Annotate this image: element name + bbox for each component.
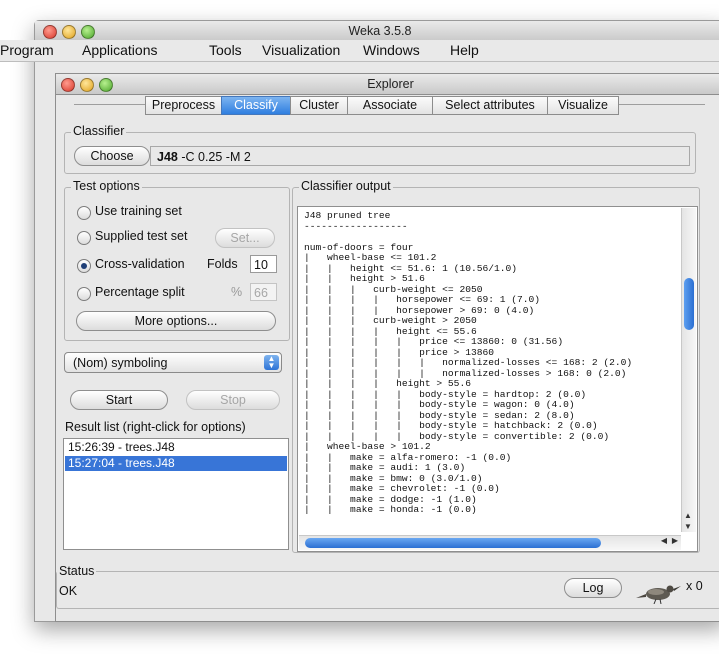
folds-label: Folds: [207, 257, 238, 271]
more-options-button[interactable]: More options...: [76, 311, 276, 331]
select-arrows-icon: ▲ ▼: [264, 355, 279, 370]
tab-preprocess[interactable]: Preprocess: [145, 96, 222, 115]
stop-button[interactable]: Stop: [186, 390, 280, 410]
classifier-config-field[interactable]: J48 -C 0.25 -M 2: [150, 146, 690, 166]
menu-windows[interactable]: Windows: [363, 42, 420, 58]
class-attribute-select[interactable]: (Nom) symboling ▲ ▼: [64, 352, 282, 373]
tab-visualize[interactable]: Visualize: [547, 96, 619, 115]
result-list-item[interactable]: 15:26:39 - trees.J48: [65, 440, 287, 455]
result-list-item-selected[interactable]: 15:27:04 - trees.J48: [65, 456, 287, 471]
task-count: x 0: [686, 579, 703, 593]
main-window-title: Weka 3.5.8: [348, 24, 412, 38]
vertical-scroll-thumb[interactable]: [684, 278, 694, 330]
result-list[interactable]: 15:26:39 - trees.J48 15:27:04 - trees.J4…: [63, 438, 289, 550]
folds-input[interactable]: 10: [250, 255, 277, 273]
start-button[interactable]: Start: [70, 390, 168, 410]
weka-bird-icon[interactable]: [634, 580, 682, 604]
log-button[interactable]: Log: [564, 578, 622, 598]
percent-symbol: %: [231, 285, 243, 299]
menu-tools[interactable]: Tools: [209, 42, 242, 58]
classifier-output-area[interactable]: J48 pruned tree ------------------ num-o…: [297, 206, 698, 552]
scroll-down-icon[interactable]: ▼: [684, 522, 692, 531]
result-list-legend: Result list (right-click for options): [63, 420, 248, 434]
explorer-window-title: Explorer: [367, 77, 414, 91]
set-test-set-button[interactable]: Set...: [215, 228, 275, 248]
scroll-left-icon[interactable]: ◀: [661, 536, 667, 545]
menubar: Program Applications Tools Visualization…: [0, 40, 719, 62]
tab-cluster[interactable]: Cluster: [290, 96, 348, 115]
classifier-name: J48: [157, 150, 178, 164]
explorer-titlebar[interactable]: Explorer: [56, 74, 719, 95]
menu-program[interactable]: Program: [0, 42, 54, 58]
classifier-output-legend: Classifier output: [299, 179, 393, 193]
percentage-input[interactable]: 66: [250, 283, 277, 301]
classifier-legend: Classifier: [71, 124, 127, 138]
supplied-test-set-radio[interactable]: [77, 231, 91, 245]
menu-help[interactable]: Help: [450, 42, 479, 58]
cross-validation-radio[interactable]: [77, 259, 91, 273]
class-attribute-value: (Nom) symboling: [73, 356, 168, 370]
supplied-test-set-label: Supplied test set: [95, 229, 188, 243]
horizontal-scrollbar[interactable]: ◀ ▶: [299, 535, 681, 550]
status-text: OK: [59, 584, 78, 598]
choose-button[interactable]: Choose: [74, 146, 150, 166]
vertical-scrollbar[interactable]: ▲ ▼: [681, 208, 696, 532]
tab-select-attributes[interactable]: Select attributes: [432, 96, 548, 115]
status-legend: Status: [57, 564, 97, 578]
horizontal-scroll-thumb[interactable]: [305, 538, 601, 548]
tab-associate[interactable]: Associate: [347, 96, 433, 115]
percentage-split-radio[interactable]: [77, 287, 91, 301]
tab-classify[interactable]: Classify: [221, 96, 291, 115]
test-options-legend: Test options: [71, 179, 142, 193]
main-titlebar[interactable]: Weka 3.5.8: [35, 21, 719, 42]
classifier-options: -C 0.25 -M 2: [181, 150, 251, 164]
use-training-set-radio[interactable]: [77, 206, 91, 220]
scroll-up-icon[interactable]: ▲: [684, 511, 692, 520]
scroll-right-icon[interactable]: ▶: [672, 536, 678, 545]
cross-validation-label: Cross-validation: [95, 257, 185, 271]
use-training-set-label: Use training set: [95, 204, 182, 218]
menu-applications[interactable]: Applications: [82, 42, 158, 58]
menu-visualization[interactable]: Visualization: [262, 42, 340, 58]
percentage-split-label: Percentage split: [95, 285, 185, 299]
classifier-output-text: J48 pruned tree ------------------ num-o…: [304, 210, 633, 515]
